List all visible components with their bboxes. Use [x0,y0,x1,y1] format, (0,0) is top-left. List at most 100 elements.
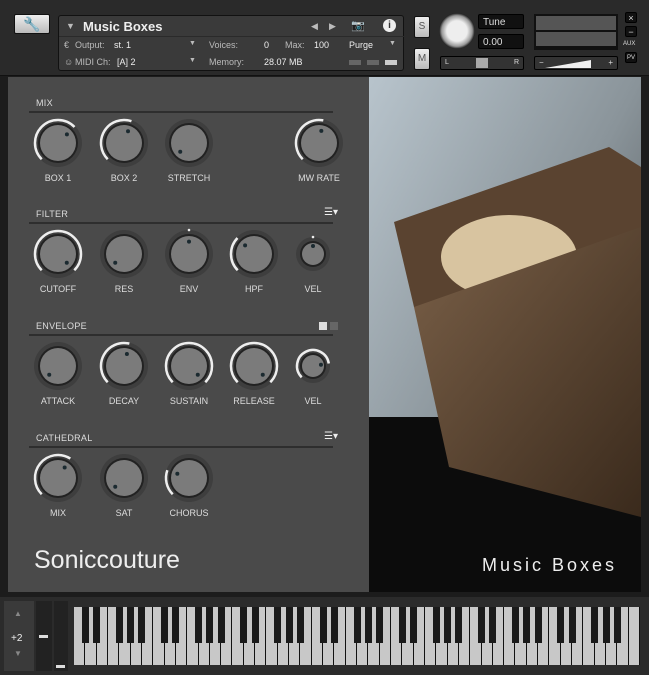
octave-down-icon[interactable]: ▼ [14,649,22,658]
volume-plus: + [608,58,613,67]
knob-label: SAT [115,508,133,518]
black-key[interactable] [330,607,338,643]
max-voices-value[interactable]: 100 [314,40,329,50]
close-button[interactable]: × [625,12,637,23]
black-key[interactable] [93,607,101,643]
knob-label: RES [114,284,134,294]
purge-dropdown-icon[interactable]: ▼ [389,40,396,47]
knob-label: CHORUS [169,508,209,518]
black-key[interactable] [602,607,610,643]
info-icon[interactable]: i [383,19,396,32]
wrench-icon[interactable]: 🔧 [14,14,50,34]
black-key[interactable] [523,607,531,643]
output-dropdown-icon[interactable]: ▼ [189,40,196,47]
output-select[interactable]: st. 1 [114,40,131,50]
black-key[interactable] [489,607,497,643]
tune-knob[interactable] [439,13,475,49]
pitch-wheel[interactable] [36,601,52,671]
black-key[interactable] [127,607,135,643]
black-key[interactable] [455,607,463,643]
purge-button[interactable]: Purge [349,40,373,50]
memory-label: Memory: [209,57,245,67]
midi-dropdown-icon[interactable]: ▼ [189,57,196,64]
knob-label: STRETCH [167,173,211,183]
pan-slider[interactable]: L R [440,56,524,70]
black-key[interactable] [432,607,440,643]
octave-up-icon[interactable]: ▲ [14,609,22,618]
black-key[interactable] [591,607,599,643]
section-divider [29,334,333,336]
next-instrument-icon[interactable]: ▶ [329,21,336,32]
voices-value: 0 [264,40,270,50]
pan-handle[interactable] [476,58,488,68]
music-box-photo [369,77,641,592]
output-icon: € [64,40,70,50]
black-key[interactable] [195,607,203,643]
black-key[interactable] [444,607,452,643]
black-key[interactable] [172,607,180,643]
knob-label: VEL [304,396,322,406]
black-key[interactable] [478,607,486,643]
keyboard-area: ▲ +2 ▼ [0,597,649,675]
pan-left-label: L [445,59,449,66]
black-key[interactable] [206,607,214,643]
black-key[interactable] [161,607,169,643]
collapse-arrow-icon[interactable]: ▼ [66,21,75,31]
black-key[interactable] [296,607,304,643]
black-key[interactable] [353,607,361,643]
tune-value[interactable]: 0.00 [478,34,524,49]
instrument-name[interactable]: Music Boxes [83,19,162,34]
black-key[interactable] [251,607,259,643]
camera-icon[interactable]: 📷 [351,19,365,32]
black-key[interactable] [568,607,576,643]
menu-icon[interactable]: ☰▾ [324,431,338,442]
section-title: FILTER [36,209,69,219]
black-key[interactable] [410,607,418,643]
aux-button[interactable]: AUX [623,41,635,47]
pan-right-label: R [513,59,519,66]
section-divider [29,222,333,224]
black-key[interactable] [511,607,519,643]
black-key[interactable] [613,607,621,643]
black-key[interactable] [319,607,327,643]
prev-instrument-icon[interactable]: ◀ [311,21,318,32]
knob-label: CUTOFF [39,284,77,294]
pv-button[interactable]: PV [625,52,637,63]
mod-wheel[interactable] [54,601,68,671]
knob-chorus[interactable] [0,0,213,502]
section-title: CATHEDRAL [36,433,93,443]
white-key[interactable] [628,607,639,665]
volume-ramp [545,60,591,68]
black-key[interactable] [115,607,123,643]
black-key[interactable] [534,607,542,643]
mute-button[interactable]: M [414,48,430,70]
volume-minus: − [539,58,544,67]
music-box-image: Music Boxes [369,77,641,592]
solo-button[interactable]: S [414,16,430,38]
black-key[interactable] [557,607,565,643]
black-key[interactable] [398,607,406,643]
instrument-header: ▼ Music Boxes ◀ ▶ 📷 i € Output: st. 1 ▼ … [58,15,405,71]
piano-keyboard[interactable] [74,607,640,665]
toggle-b[interactable] [330,322,338,330]
voices-label: Voices: [209,40,239,50]
black-key[interactable] [138,607,146,643]
black-key[interactable] [376,607,384,643]
knob-label: SUSTAIN [169,396,209,406]
knob-label: ATTACK [40,396,76,406]
knob-label: MIX [49,508,66,518]
midi-channel-select[interactable]: [A] 2 [117,57,136,67]
black-key[interactable] [364,607,372,643]
purge-meter [349,60,361,65]
brand-logo: Soniccouture [34,546,180,574]
black-key[interactable] [240,607,248,643]
volume-slider[interactable]: − + [534,56,618,70]
memory-value: 28.07 MB [264,57,303,67]
black-key[interactable] [285,607,293,643]
black-key[interactable] [81,607,89,643]
menu-icon[interactable]: ☰▾ [324,207,338,218]
black-key[interactable] [274,607,282,643]
black-key[interactable] [217,607,225,643]
toggle-a[interactable] [319,322,327,330]
minimize-button[interactable]: − [625,26,637,37]
